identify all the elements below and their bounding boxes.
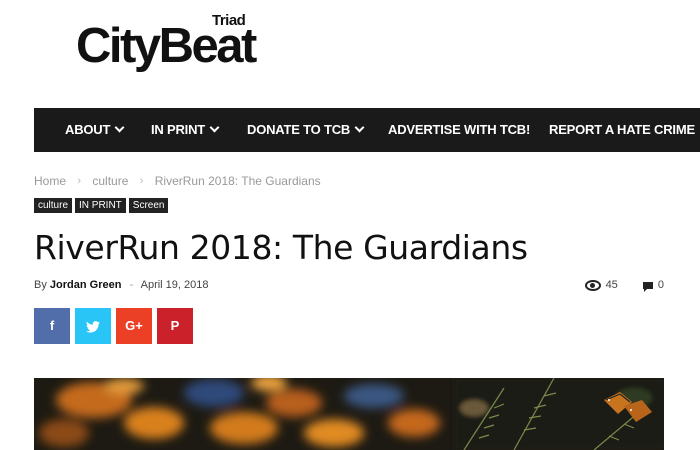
nav-item-label: IN PRINT [151,122,206,137]
comment-icon [642,281,653,292]
tag-screen[interactable]: Screen [128,198,169,213]
nav-item-label: ABOUT [65,122,111,137]
article-stats: 45 0 [584,279,664,292]
article-hero-image [34,378,664,450]
pinterest-icon: P [170,318,180,333]
site-logo[interactable]: Triad CityBeat [76,12,306,76]
share-buttons: f G+ P [34,308,198,344]
chevron-down-icon [354,122,365,133]
view-count: 45 [605,279,618,291]
byline-label: By [34,279,47,291]
chevron-down-icon [209,122,220,133]
logo-citybeat-text: CityBeat [76,19,257,73]
twitter-share-button[interactable] [75,308,111,344]
eye-icon [584,279,601,291]
twitter-icon [86,320,100,333]
breadcrumb-culture-link[interactable]: culture [92,174,128,188]
meta-separator: - [129,279,134,291]
tag-culture[interactable]: culture [34,198,73,213]
facebook-share-button[interactable]: f [34,308,70,344]
facebook-icon: f [49,318,55,333]
breadcrumb: Home › culture › RiverRun 2018: The Guar… [34,173,321,188]
breadcrumb-home-link[interactable]: Home [34,174,66,188]
nav-item-advertise[interactable]: ADVERTISE WITH TCB! [388,108,530,152]
article-title: RiverRun 2018: The Guardians [34,228,528,267]
chevron-down-icon [114,122,125,133]
main-navigation: ABOUT IN PRINT DONATE TO TCB ADVERTISE W… [34,108,700,152]
nav-item-label: DONATE TO TCB [247,122,351,137]
category-tags: culture IN PRINT Screen [34,198,171,213]
comment-count[interactable]: 0 [658,279,664,291]
article-meta: By Jordan Green - April 19, 2018 [34,279,209,291]
nav-item-in-print[interactable]: IN PRINT [151,108,220,152]
monarch-butterflies-image [34,378,664,450]
google-plus-icon: G+ [125,318,143,333]
nav-item-donate[interactable]: DONATE TO TCB [247,108,365,152]
google-plus-share-button[interactable]: G+ [116,308,152,344]
nav-item-label: ADVERTISE WITH TCB! [388,122,531,137]
breadcrumb-separator: › [77,174,82,187]
publish-date: April 19, 2018 [140,279,209,291]
author-link[interactable]: Jordan Green [50,279,122,291]
nav-item-about[interactable]: ABOUT [65,108,125,152]
breadcrumb-separator: › [139,174,144,187]
tag-in-print[interactable]: IN PRINT [75,198,126,213]
pinterest-share-button[interactable]: P [157,308,193,344]
nav-item-label: REPORT A HATE CRIME [549,122,695,137]
breadcrumb-current-page: RiverRun 2018: The Guardians [154,173,321,188]
nav-item-report-hate-crime[interactable]: REPORT A HATE CRIME [549,108,695,152]
